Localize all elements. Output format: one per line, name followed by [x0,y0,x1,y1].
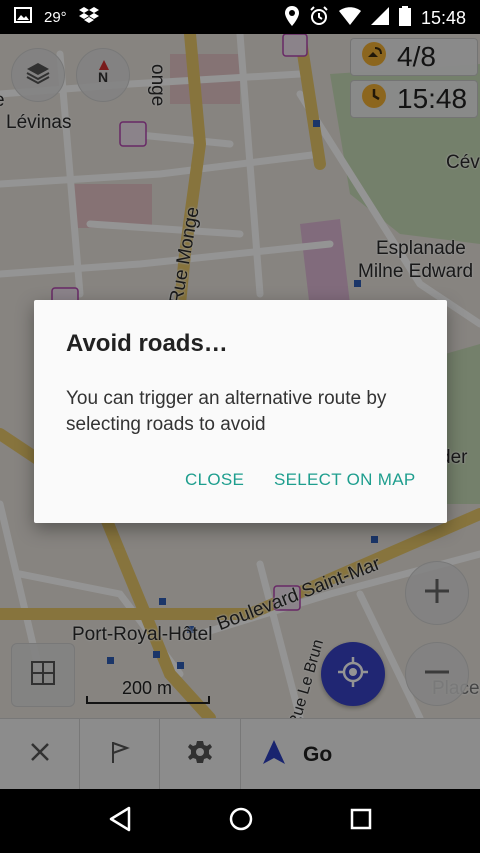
back-icon[interactable] [107,806,133,837]
dialog-title: Avoid roads… [66,330,228,357]
recents-icon[interactable] [349,807,373,836]
system-navigation-bar [0,789,480,853]
wifi-icon [338,7,361,30]
dropbox-icon [78,6,99,28]
temperature-text: 29° [44,8,67,26]
location-pin-icon [284,6,299,31]
close-button[interactable]: CLOSE [185,470,244,490]
image-icon [14,7,32,27]
home-icon[interactable] [228,806,254,837]
avoid-roads-dialog: Avoid roads… You can trigger an alternat… [34,300,447,523]
alarm-icon [309,6,329,31]
status-bar: 29° 15:48 [0,0,480,34]
select-on-map-button[interactable]: SELECT ON MAP [274,470,416,490]
signal-icon [370,7,389,30]
dialog-message: You can trigger an alternative route by … [66,388,387,435]
clock-text: 15:48 [420,8,466,28]
battery-icon [398,6,411,31]
